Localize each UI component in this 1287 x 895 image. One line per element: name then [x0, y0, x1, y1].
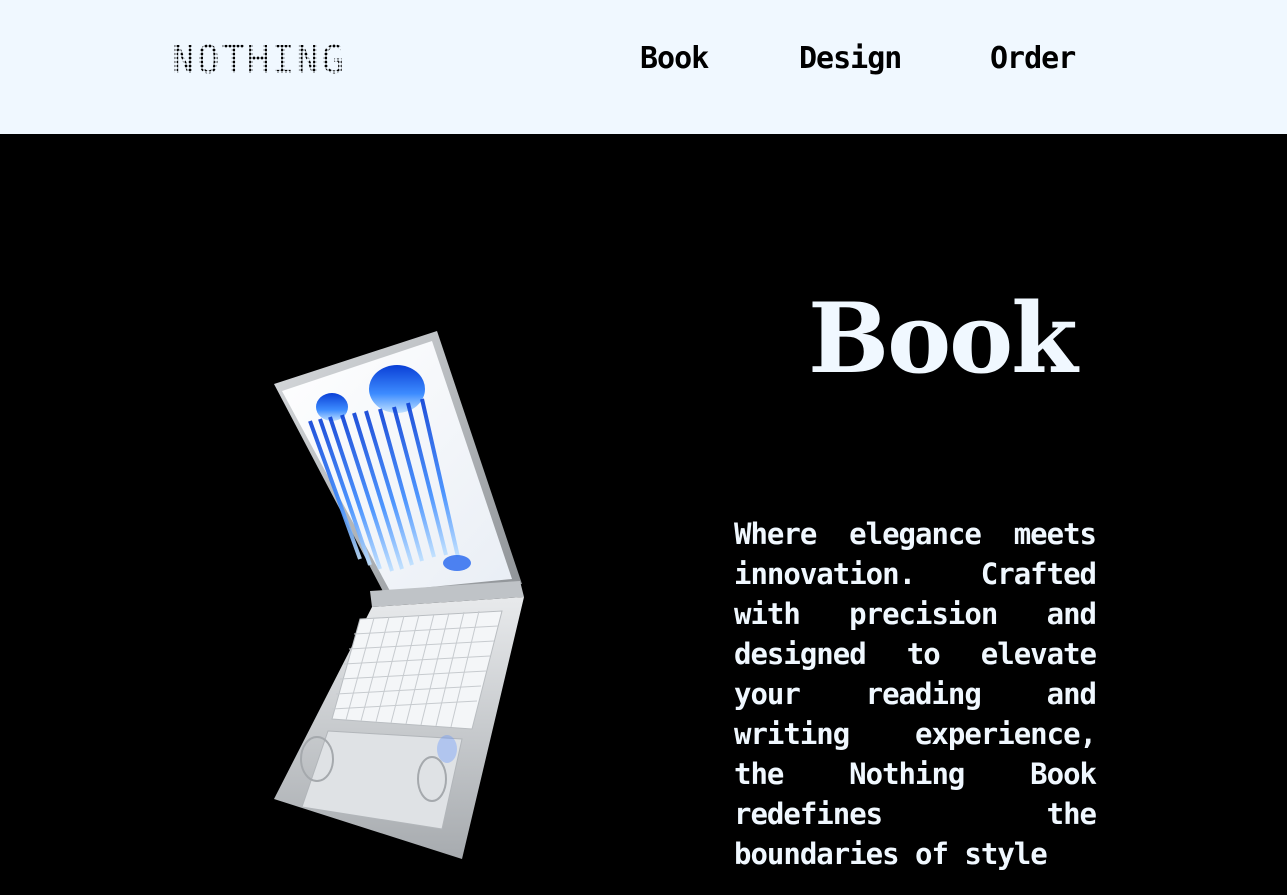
hero-section: Book Where elegance meets innovation. Cr… [0, 134, 1287, 895]
top-nav: NOTHING Book Design Order [0, 0, 1287, 134]
nav-link-book[interactable]: Book [640, 40, 709, 78]
hero-description: Where elegance meets innovation. Crafted… [734, 517, 1097, 871]
laptop-image [274, 331, 524, 859]
brand-logo[interactable]: NOTHING [172, 40, 346, 80]
nav-link-design[interactable]: Design [799, 40, 902, 78]
nav-link-order[interactable]: Order [990, 40, 1076, 78]
hero-title: Book [808, 282, 1078, 395]
